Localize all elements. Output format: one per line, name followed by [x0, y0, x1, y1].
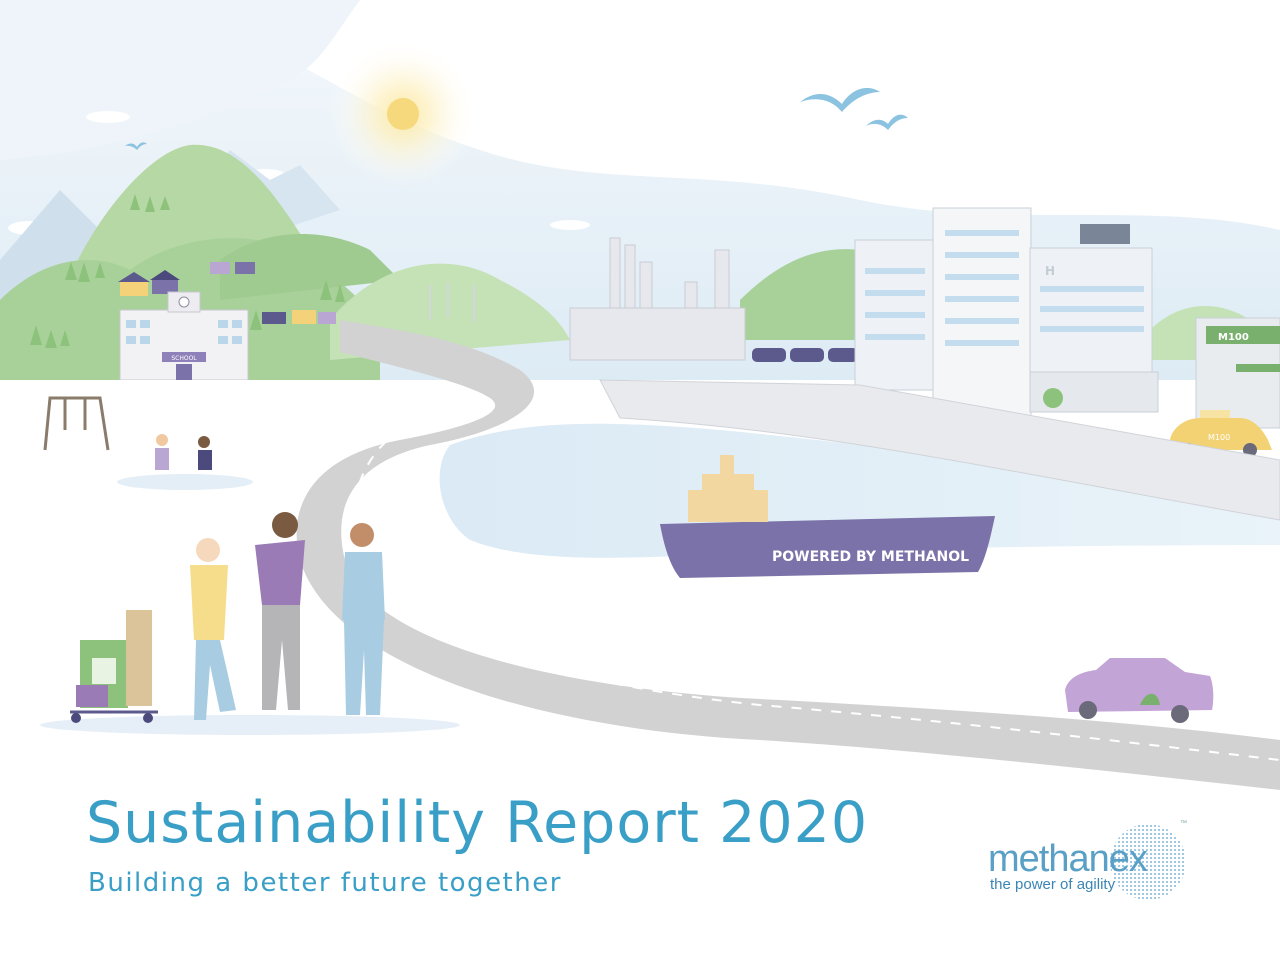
taxi-sign: M100: [1208, 433, 1230, 442]
electric-car: [1065, 658, 1214, 723]
sun-icon: [387, 98, 419, 130]
person-on-phone: [255, 512, 305, 710]
logo-trademark: ™: [1180, 820, 1187, 827]
report-title: Sustainability Report 2020: [86, 790, 869, 856]
hospital-letter: H: [1045, 264, 1055, 278]
logo-tagline: the power of agility: [990, 876, 1116, 893]
fuel-station-sign: M100: [1218, 332, 1249, 343]
ship-slogan: POWERED BY METHANOL: [772, 549, 969, 565]
school-sign: SCHOOL: [171, 355, 197, 362]
logo-wordmark: methanex: [988, 838, 1148, 880]
city-buildings: H: [846, 207, 1159, 421]
healthcare-worker: [342, 523, 385, 715]
play-area-shadow: [117, 474, 253, 490]
person-with-cart: [190, 538, 236, 720]
recycling-cart: [70, 610, 158, 723]
methanex-logo: methanex the power of agility ™: [985, 820, 1190, 910]
people-shadow: [40, 715, 460, 735]
freight-train: [752, 348, 858, 362]
report-subtitle: Building a better future together: [88, 868, 562, 898]
